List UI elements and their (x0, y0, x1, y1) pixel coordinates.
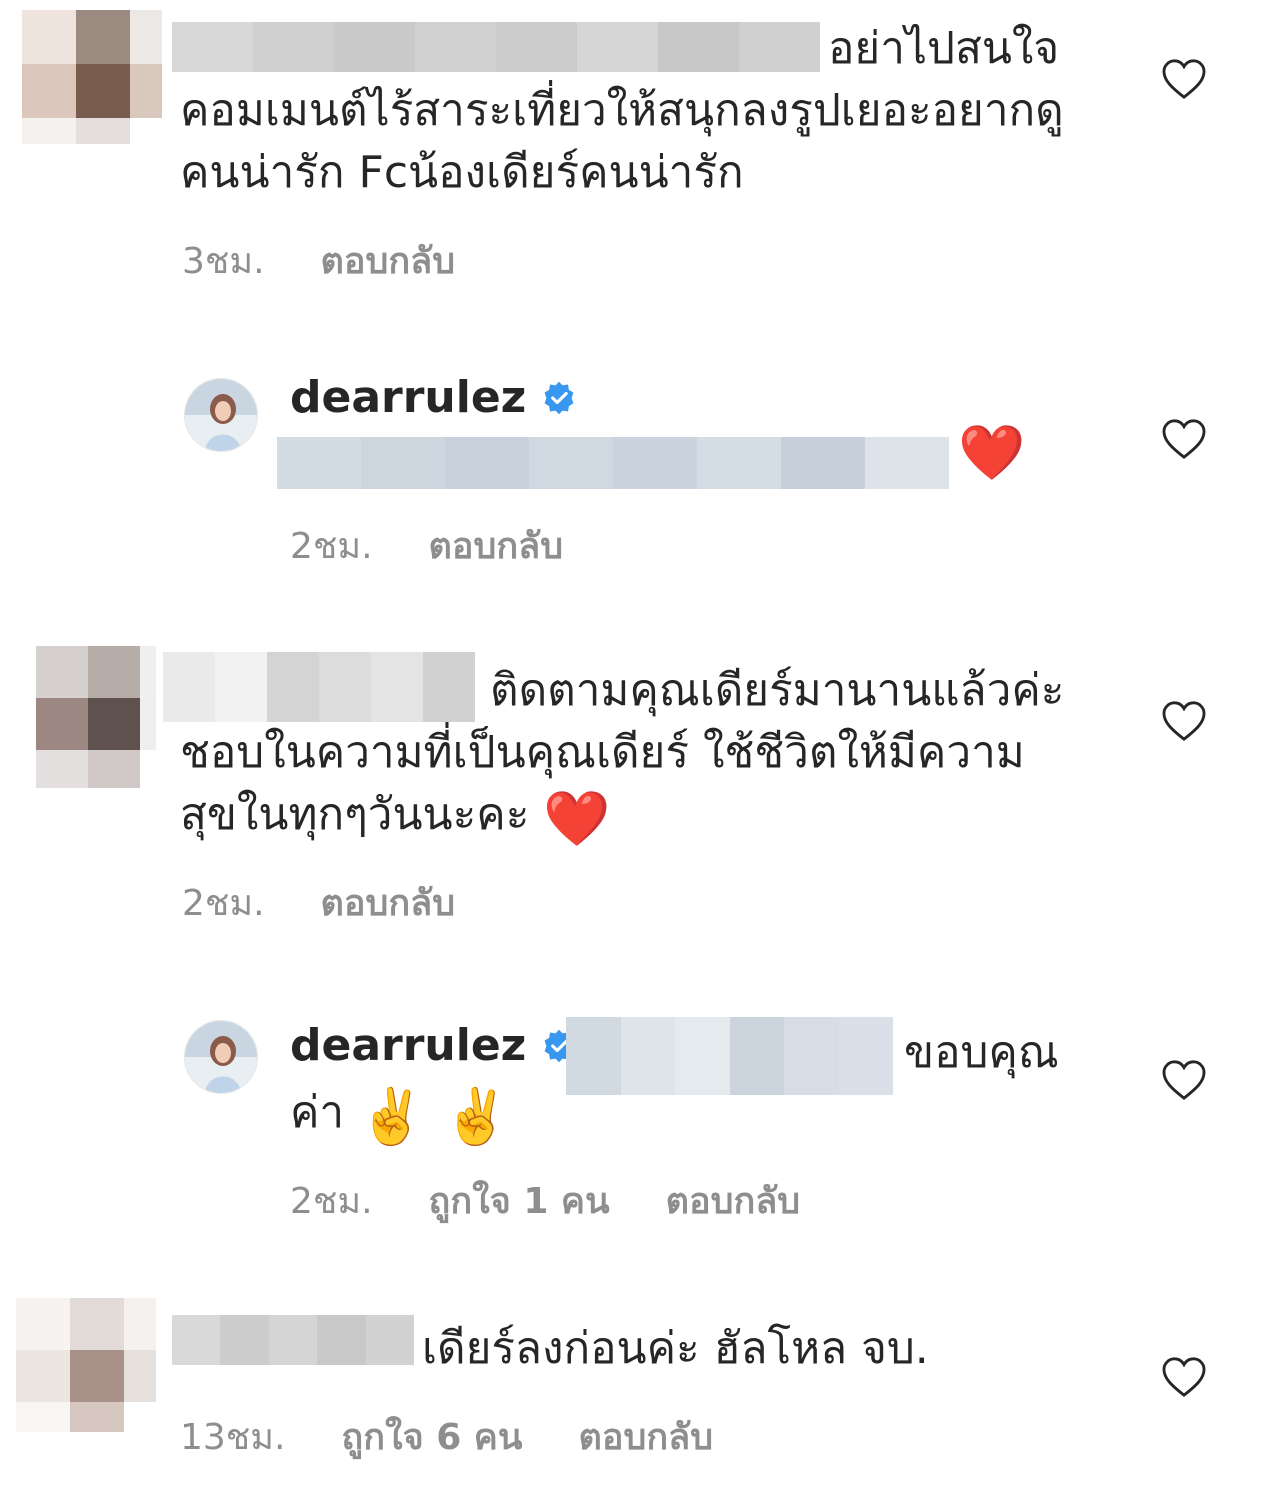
heart-outline-icon[interactable] (1161, 58, 1207, 100)
comment-text: คอมเมนต์ไร้สาระเที่ยวให้สนุกลงรูปเยอะอยา… (180, 85, 1064, 198)
comment-time: 13ชม. (180, 1417, 286, 1458)
blurred-username[interactable] (172, 22, 820, 72)
comment-text: ชอบในความที่เป็นคุณเดียร์ ใช้ชีวิตให้มีค… (180, 722, 1080, 846)
avatar[interactable] (184, 378, 258, 452)
reply-button[interactable]: ตอบกลับ (321, 232, 456, 289)
heart-outline-icon[interactable] (1161, 1059, 1207, 1101)
comment-text-line1: เดียร์ลงก่อนค่ะ ฮัลโหล จบ. (422, 1323, 929, 1374)
comment-text-line1: อย่าไปสนใจ (828, 23, 1060, 74)
comment-time: 2ชม. (290, 1181, 373, 1222)
heart-emoji: ❤️ (958, 421, 1026, 484)
comment-text-after-mention: ขอบคุณ (904, 1027, 1059, 1078)
blurred-avatar[interactable] (22, 10, 162, 144)
blurred-username[interactable] (163, 652, 475, 722)
verified-badge-icon (544, 381, 574, 415)
avatar[interactable] (184, 1020, 258, 1094)
blurred-avatar[interactable] (36, 646, 156, 788)
reply-button[interactable]: ตอบกลับ (429, 517, 564, 574)
comment-time: 2ชม. (290, 526, 373, 567)
blurred-mention[interactable] (277, 437, 949, 489)
likes-count[interactable]: ถูกใจ 6 คน (341, 1408, 522, 1465)
reply-button[interactable]: ตอบกลับ (321, 874, 456, 931)
comment-time: 2ชม. (182, 883, 265, 924)
blurred-avatar[interactable] (16, 1298, 156, 1432)
blurred-mention[interactable] (566, 1017, 893, 1095)
username[interactable]: dearrulez (290, 1020, 526, 1071)
heart-outline-icon[interactable] (1161, 418, 1207, 460)
reply-button[interactable]: ตอบกลับ (579, 1408, 714, 1465)
comment-meta: 13ชม. ถูกใจ 6 คน ตอบกลับ (180, 1408, 713, 1465)
username[interactable]: dearrulez (290, 372, 526, 423)
reply-button[interactable]: ตอบกลับ (666, 1172, 801, 1229)
heart-emoji: ❤️ (543, 787, 611, 850)
comment-text-line2: ค่า ✌️ ✌️ (290, 1082, 510, 1144)
blurred-username[interactable] (172, 1315, 415, 1365)
victory-hand-emoji: ✌️ ✌️ (358, 1085, 510, 1148)
comment-text-line1: ติดตามคุณเดียร์มานานแล้วค่ะ (490, 665, 1065, 716)
likes-count[interactable]: ถูกใจ 1 คน (429, 1172, 610, 1229)
comment-meta: 2ชม. ตอบกลับ (290, 517, 563, 574)
comment-time: 3ชม. (182, 241, 265, 282)
heart-outline-icon[interactable] (1161, 700, 1207, 742)
heart-outline-icon[interactable] (1161, 1356, 1207, 1398)
comment-meta: 3ชม. ตอบกลับ (182, 232, 455, 289)
comment-text-body: ค่า (290, 1087, 345, 1138)
comment-meta: 2ชม. ถูกใจ 1 คน ตอบกลับ (290, 1172, 800, 1229)
comment-meta: 2ชม. ตอบกลับ (182, 874, 455, 931)
